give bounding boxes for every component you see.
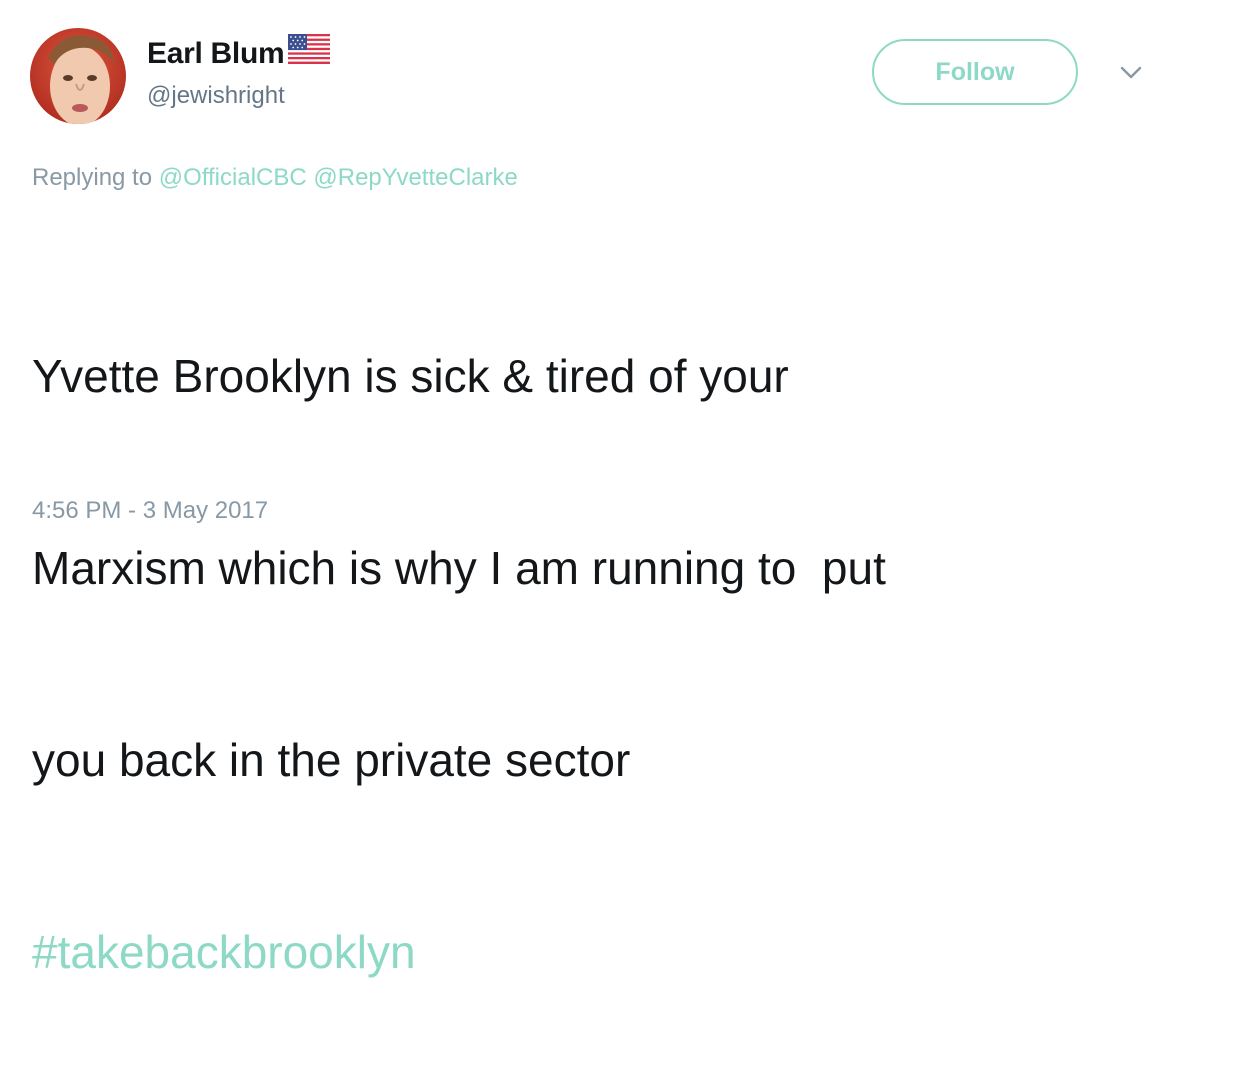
tweet-text-line: Marxism which is why I am running to put <box>32 542 886 594</box>
tweet-card: Earl Blum @jewishright Follow Replying t… <box>0 0 1254 978</box>
tweet-timestamp[interactable]: 4:56 PM - 3 May 2017 <box>32 497 268 525</box>
replying-to-prefix: Replying to <box>32 164 153 191</box>
tweet-text: Yvette Brooklyn is sick & tired of your … <box>32 216 1212 1072</box>
name-row: Earl Blum <box>147 33 331 74</box>
mention-officialcbc[interactable]: @OfficialCBC <box>159 164 307 191</box>
mention-repyvetteclarke[interactable]: @RepYvetteClarke <box>313 164 517 191</box>
chevron-down-icon <box>1119 65 1143 86</box>
tweet-text-line: you back in the private sector <box>32 734 631 786</box>
avatar[interactable] <box>30 28 126 124</box>
user-handle[interactable]: @jewishright <box>147 82 330 110</box>
us-flag-icon <box>288 33 331 69</box>
tweet-text-line: Yvette Brooklyn is sick & tired of your <box>32 350 789 402</box>
hashtag-link[interactable]: #takebackbrooklyn <box>32 920 1212 984</box>
avatar-photo <box>30 28 126 124</box>
replying-to: Replying to @OfficialCBC @RepYvetteClark… <box>32 164 518 192</box>
follow-button[interactable]: Follow <box>872 39 1078 105</box>
more-options-button[interactable] <box>1116 60 1146 90</box>
display-name[interactable]: Earl Blum <box>147 37 285 71</box>
user-info: Earl Blum @jewishright <box>147 33 331 110</box>
